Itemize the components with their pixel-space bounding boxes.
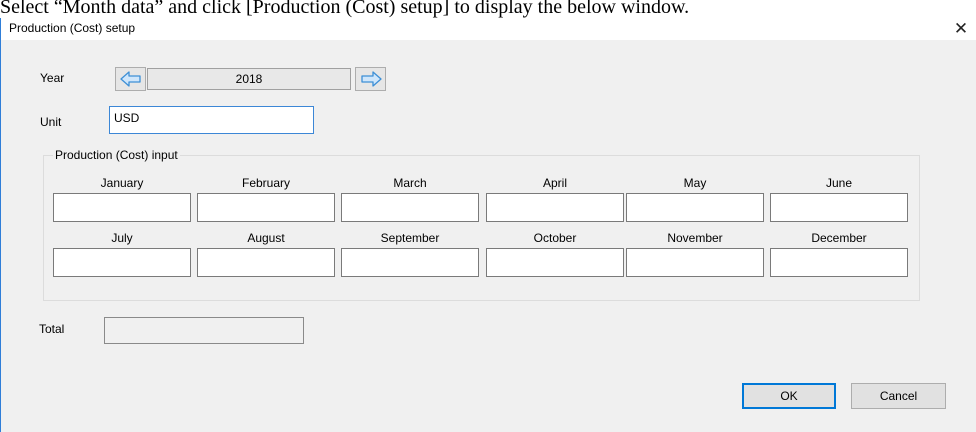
month-input-may[interactable]: [626, 193, 764, 222]
month-label-february: February: [241, 176, 291, 190]
month-input-march[interactable]: [341, 193, 479, 222]
group-title: Production (Cost) input: [53, 148, 180, 162]
month-input-november[interactable]: [626, 248, 764, 277]
year-prev-button[interactable]: [115, 67, 146, 91]
month-input-september[interactable]: [341, 248, 479, 277]
month-label-december: December: [811, 231, 867, 245]
close-icon[interactable]: ✕: [946, 18, 976, 40]
month-label-june: June: [825, 176, 853, 190]
month-label-april: April: [542, 176, 567, 190]
month-label-march: March: [393, 176, 427, 190]
arrow-right-icon: [360, 71, 382, 87]
production-cost-setup-dialog: Production (Cost) setup ✕ Year 2018 Unit…: [0, 18, 976, 432]
year-label: Year: [40, 71, 65, 85]
year-field: 2018: [147, 68, 351, 90]
month-input-december[interactable]: [770, 248, 908, 277]
cancel-button[interactable]: Cancel: [851, 383, 946, 409]
title-bar: Production (Cost) setup ✕: [1, 18, 976, 40]
month-input-july[interactable]: [53, 248, 191, 277]
month-input-february[interactable]: [197, 193, 335, 222]
month-label-january: January: [100, 176, 144, 190]
month-label-august: August: [247, 231, 285, 245]
total-label: Total: [39, 322, 65, 336]
month-input-august[interactable]: [197, 248, 335, 277]
month-input-january[interactable]: [53, 193, 191, 222]
total-field: [104, 317, 304, 344]
unit-label: Unit: [40, 115, 62, 129]
month-input-october[interactable]: [486, 248, 624, 277]
month-label-may: May: [683, 176, 707, 190]
year-next-button[interactable]: [355, 67, 386, 91]
month-input-june[interactable]: [770, 193, 908, 222]
month-label-september: September: [380, 231, 440, 245]
month-input-april[interactable]: [486, 193, 624, 222]
month-label-july: July: [111, 231, 133, 245]
ok-button[interactable]: OK: [742, 383, 836, 409]
dialog-title: Production (Cost) setup: [9, 21, 136, 35]
unit-input[interactable]: USD: [109, 106, 314, 134]
month-label-november: November: [667, 231, 723, 245]
arrow-left-icon: [119, 71, 141, 87]
document-caption: Select “Month data” and click [Productio…: [0, 0, 976, 18]
month-label-october: October: [533, 231, 577, 245]
